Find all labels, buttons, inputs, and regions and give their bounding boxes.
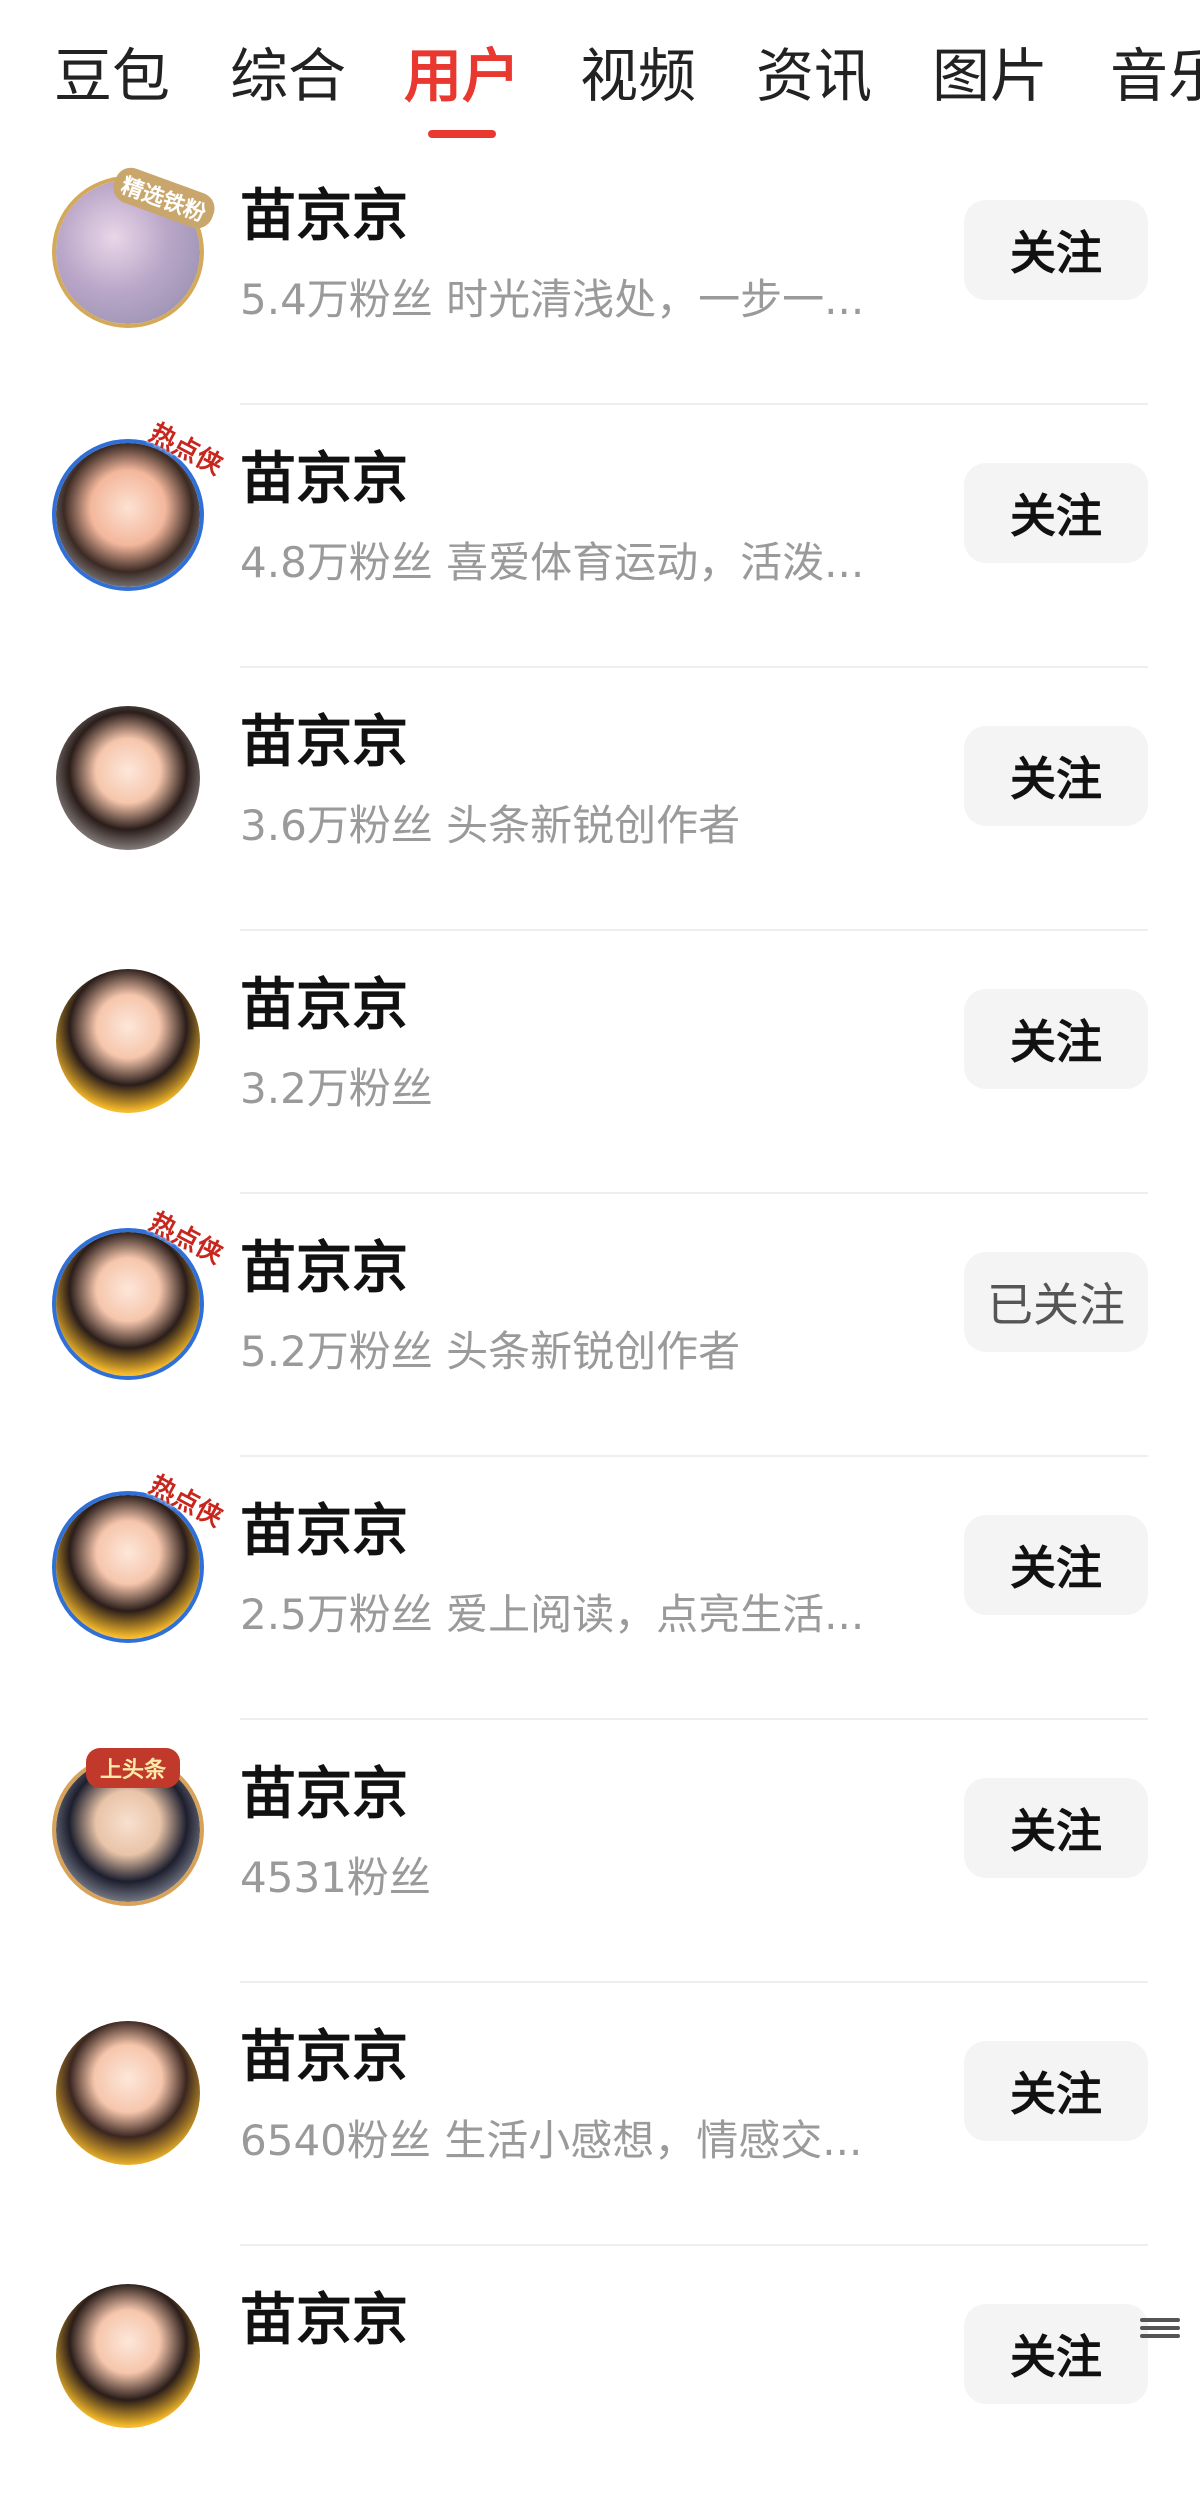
user-row[interactable]: 苗京京 6540粉丝 生活小感想，情感交... 关注 — [0, 1983, 1200, 2246]
user-row[interactable]: 热点侠 苗京京 2.5万粉丝 爱上阅读，点亮生活... 关注 — [0, 1457, 1200, 1720]
follow-button[interactable]: 关注 — [964, 200, 1148, 300]
search-category-tabs: 豆包 综合 用户 视频 资讯 图片 音乐 — [0, 0, 1200, 150]
user-avatar[interactable] — [56, 2021, 200, 2165]
user-description: 3.6万粉丝 头条新锐创作者 — [240, 801, 741, 850]
user-description: 6540粉丝 生活小感想，情感交... — [240, 2116, 863, 2165]
user-avatar[interactable] — [56, 2284, 200, 2428]
avatar-image — [56, 706, 200, 850]
user-name[interactable]: 苗京京 — [240, 2023, 408, 2093]
avatar-image — [56, 2021, 200, 2165]
user-name[interactable]: 苗京京 — [240, 971, 408, 1041]
user-avatar[interactable] — [56, 969, 200, 1113]
avatar-image — [56, 969, 200, 1113]
user-description: 4531粉丝 — [240, 1853, 431, 1902]
follow-button[interactable]: 关注 — [964, 1515, 1148, 1615]
user-avatar[interactable]: 热点侠 — [52, 418, 227, 591]
tab-news[interactable]: 资讯 — [756, 36, 872, 116]
user-name[interactable]: 苗京京 — [240, 708, 408, 778]
user-description: 4.8万粉丝 喜爱体育运动，活泼... — [240, 538, 865, 587]
following-button[interactable]: 已关注 — [964, 1252, 1148, 1352]
user-row[interactable]: 苗京京 3.2万粉丝 关注 — [0, 931, 1200, 1194]
active-tab-indicator — [428, 130, 496, 138]
user-description: 5.4万粉丝 时光清浅处，一步一... — [240, 275, 865, 324]
avatar-badge: 上头条 — [86, 1748, 181, 1788]
tab-images[interactable]: 图片 — [932, 36, 1048, 116]
user-name[interactable]: 苗京京 — [240, 1497, 408, 1567]
tab-doubao[interactable]: 豆包 — [54, 36, 170, 116]
follow-button[interactable]: 关注 — [964, 2304, 1148, 2404]
user-description: 5.2万粉丝 头条新锐创作者 — [240, 1327, 741, 1376]
follow-button[interactable]: 关注 — [964, 989, 1148, 1089]
user-avatar[interactable]: 精选铁粉 — [52, 163, 220, 328]
user-description: 3.2万粉丝 — [240, 1064, 433, 1113]
user-avatar[interactable]: 热点侠 — [52, 1470, 227, 1643]
tab-general[interactable]: 综合 — [230, 36, 346, 116]
user-description: 2.5万粉丝 爱上阅读，点亮生活... — [240, 1590, 865, 1639]
user-row[interactable]: 精选铁粉 苗京京 5.4万粉丝 时光清浅处，一步一... 关注 — [0, 142, 1200, 405]
user-row[interactable]: 热点侠 苗京京 4.8万粉丝 喜爱体育运动，活泼... 关注 — [0, 405, 1200, 668]
follow-button[interactable]: 关注 — [964, 1778, 1148, 1878]
user-name[interactable]: 苗京京 — [240, 2286, 408, 2356]
tab-music[interactable]: 音乐 — [1110, 36, 1200, 116]
user-row[interactable]: 苗京京 关注 — [0, 2246, 1200, 2509]
follow-button[interactable]: 关注 — [964, 2041, 1148, 2141]
user-name[interactable]: 苗京京 — [240, 1234, 408, 1304]
avatar-image — [56, 2284, 200, 2428]
user-row[interactable]: 上头条 苗京京 4531粉丝 关注 — [0, 1720, 1200, 1983]
tab-users[interactable]: 用户 — [404, 36, 520, 116]
user-row[interactable]: 热点侠 苗京京 5.2万粉丝 头条新锐创作者 已关注 — [0, 1194, 1200, 1457]
follow-button[interactable]: 关注 — [964, 463, 1148, 563]
grip-handle-icon[interactable] — [1140, 2314, 1180, 2348]
user-row[interactable]: 苗京京 3.6万粉丝 头条新锐创作者 关注 — [0, 668, 1200, 931]
follow-button[interactable]: 关注 — [964, 726, 1148, 826]
tab-video[interactable]: 视频 — [580, 36, 696, 116]
user-avatar[interactable]: 热点侠 — [52, 1207, 227, 1380]
user-name[interactable]: 苗京京 — [240, 445, 408, 515]
user-avatar[interactable]: 上头条 — [52, 1748, 204, 1906]
user-name[interactable]: 苗京京 — [240, 182, 408, 252]
user-avatar[interactable] — [56, 706, 200, 850]
user-name[interactable]: 苗京京 — [240, 1760, 408, 1830]
